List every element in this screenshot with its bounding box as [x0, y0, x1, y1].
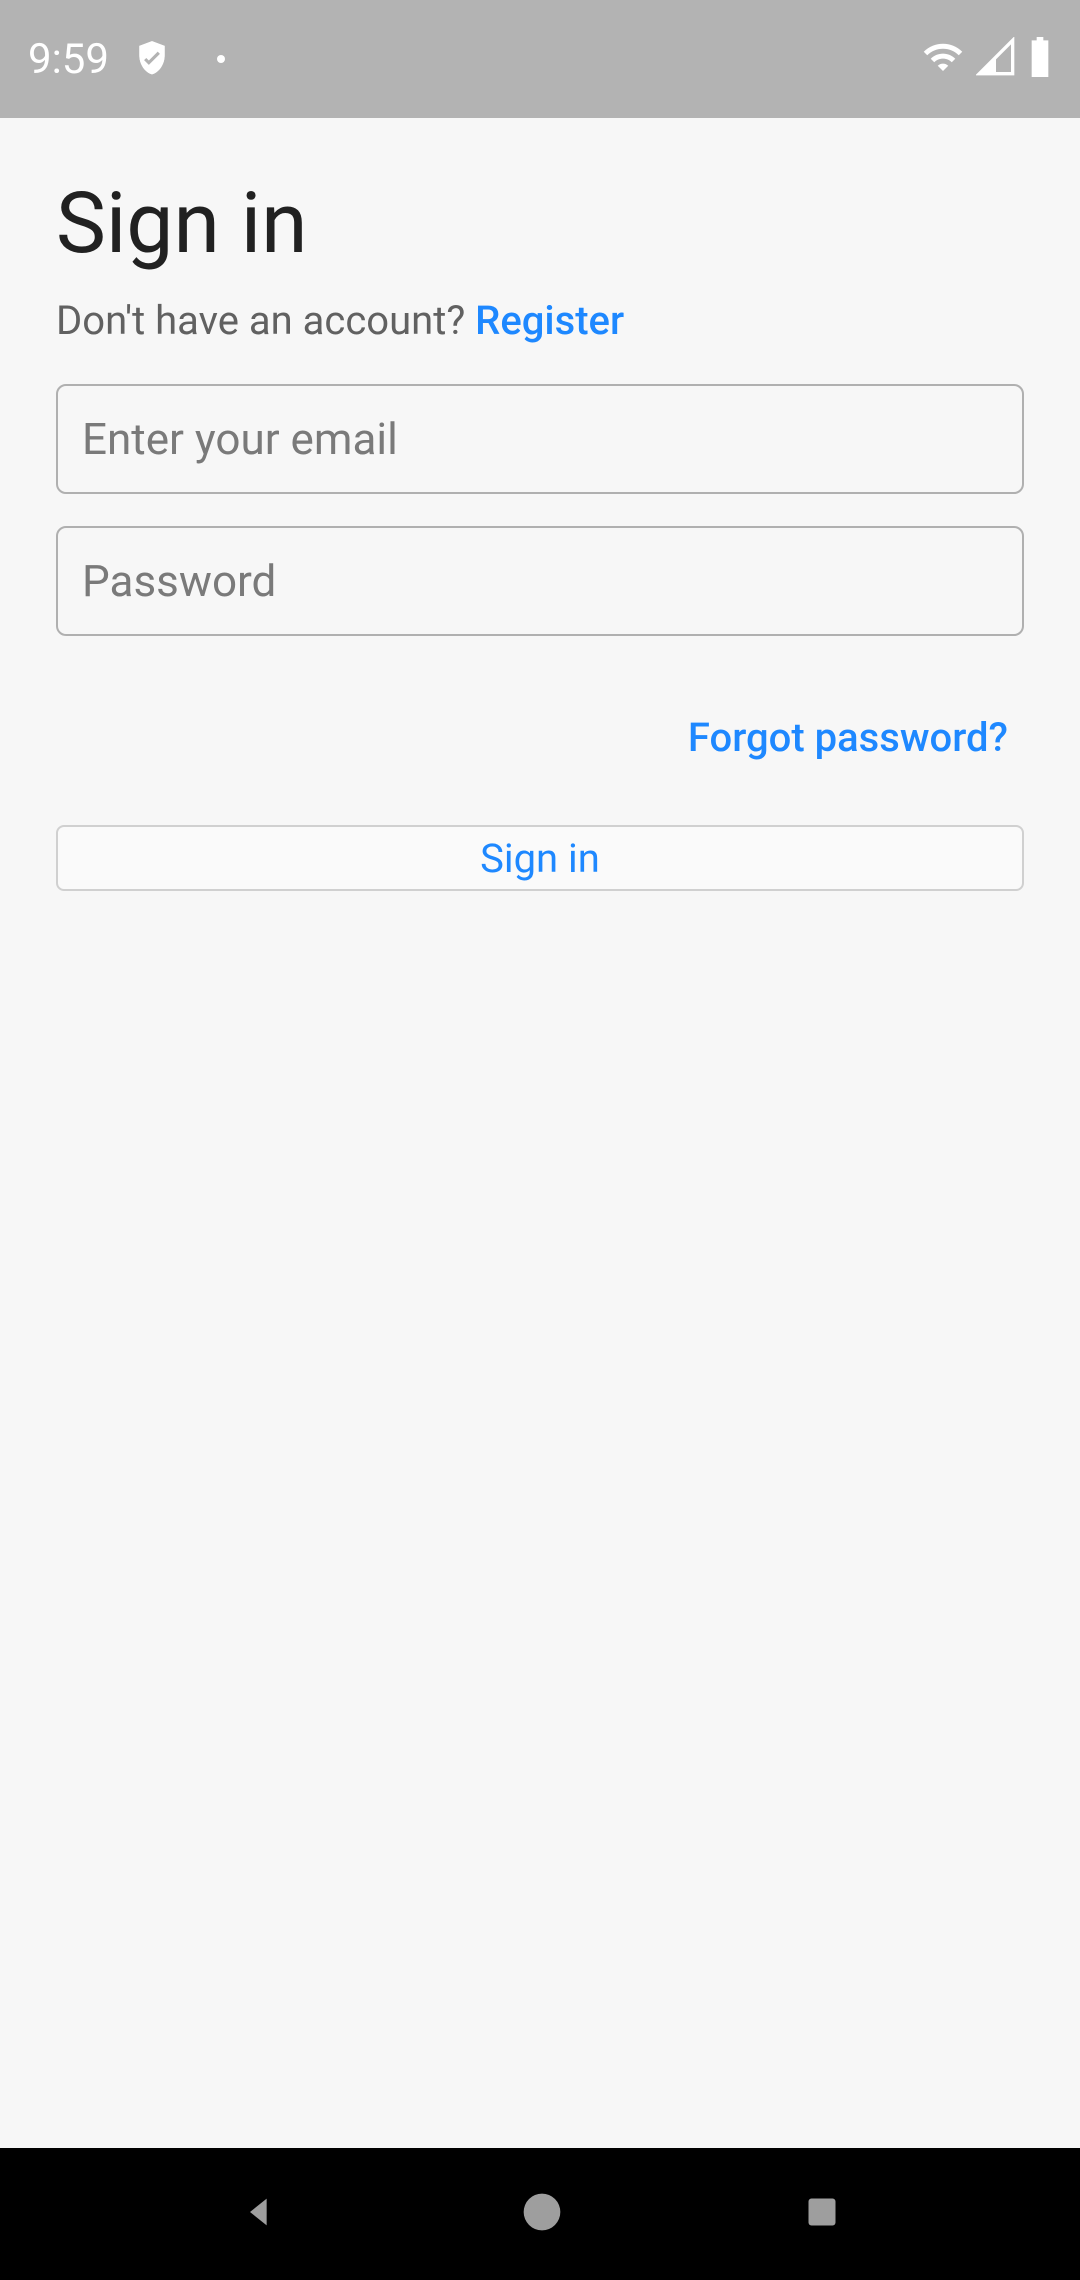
email-field[interactable]	[56, 384, 1024, 494]
status-right	[922, 36, 1052, 82]
nav-home-button[interactable]	[520, 2190, 564, 2238]
status-time: 9:59	[28, 35, 109, 84]
signin-button[interactable]: Sign in	[56, 825, 1024, 891]
page-title: Sign in	[56, 174, 1024, 273]
nav-back-button[interactable]	[240, 2192, 280, 2236]
status-bar: 9:59	[0, 0, 1080, 118]
notification-dot-icon	[217, 55, 225, 63]
wifi-icon	[922, 36, 964, 82]
navigation-bar	[0, 2148, 1080, 2280]
register-link[interactable]: Register	[475, 297, 624, 344]
forgot-password-link[interactable]: Forgot password?	[688, 714, 1008, 761]
signin-button-label: Sign in	[480, 835, 600, 882]
battery-icon	[1028, 37, 1052, 81]
password-field[interactable]	[56, 526, 1024, 636]
main-content: Sign in Don't have an account? Register …	[0, 118, 1080, 2148]
nav-recent-button[interactable]	[804, 2194, 840, 2234]
register-prompt-text: Don't have an account?	[56, 297, 475, 344]
status-left: 9:59	[28, 35, 225, 84]
forgot-password-row: Forgot password?	[56, 714, 1008, 761]
register-prompt-row: Don't have an account? Register	[56, 297, 1024, 344]
cellular-signal-icon	[976, 37, 1016, 81]
shield-icon	[133, 38, 171, 80]
